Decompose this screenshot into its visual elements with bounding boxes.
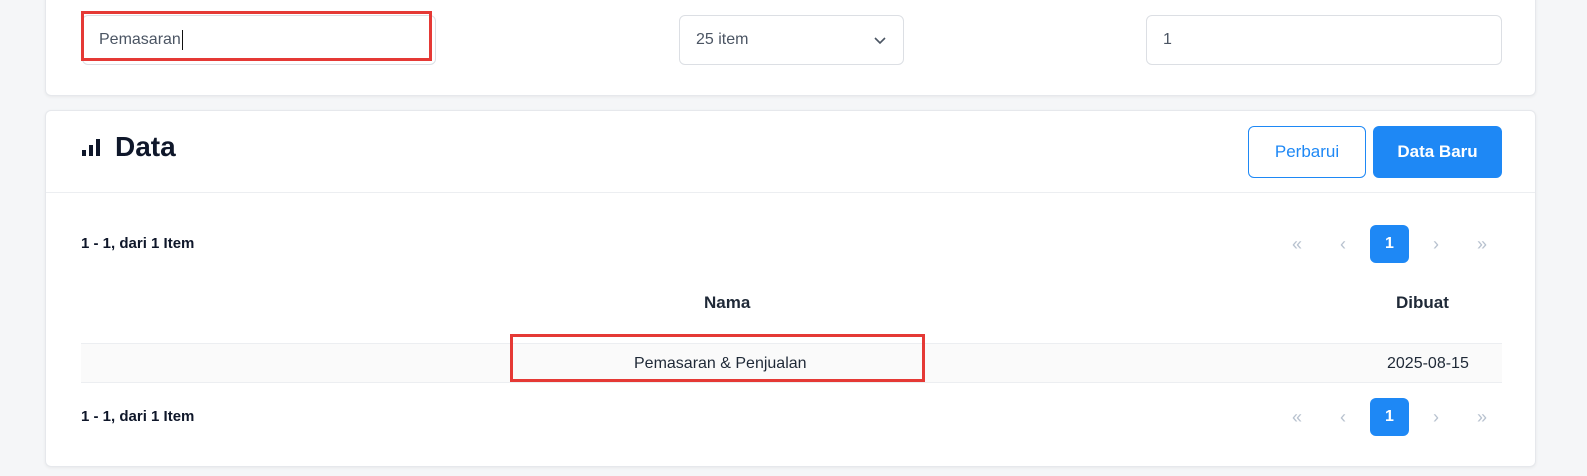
column-header-created[interactable]: Dibuat — [1396, 293, 1449, 313]
current-page-button[interactable]: 1 — [1370, 225, 1409, 263]
range-text-top: 1 - 1, dari 1 Item — [81, 235, 195, 252]
table-row[interactable]: Pemasaran & Penjualan 2025-08-15 — [81, 343, 1502, 383]
last-page-button[interactable]: » — [1459, 225, 1505, 263]
bar-chart-icon — [82, 139, 100, 156]
text-caret — [181, 30, 183, 50]
prev-page-button[interactable]: ‹ — [1320, 398, 1366, 436]
search-input-value: Pemasaran — [99, 31, 181, 48]
refresh-button[interactable]: Perbarui — [1248, 126, 1366, 178]
last-page-button[interactable]: » — [1459, 398, 1505, 436]
per-page-value: 25 item — [696, 31, 749, 48]
section-title: Data — [81, 131, 176, 163]
pagination-bottom: « ‹ 1 › » — [1274, 398, 1505, 436]
range-text-bottom: 1 - 1, dari 1 Item — [81, 408, 195, 425]
section-title-text: Data — [115, 131, 176, 162]
data-card: Data Perbarui Data Baru 1 - 1, dari 1 It… — [45, 110, 1536, 467]
chevron-down-icon — [874, 37, 886, 45]
first-page-button[interactable]: « — [1274, 225, 1320, 263]
first-page-button[interactable]: « — [1274, 398, 1320, 436]
current-page-button[interactable]: 1 — [1370, 398, 1409, 436]
prev-page-button[interactable]: ‹ — [1320, 225, 1366, 263]
row-created-cell: 2025-08-15 — [1387, 355, 1469, 372]
next-page-button[interactable]: › — [1413, 398, 1459, 436]
page-number-input[interactable]: 1 — [1146, 15, 1502, 65]
pagination-top: « ‹ 1 › » — [1274, 225, 1505, 263]
column-header-name[interactable]: Nama — [704, 293, 750, 313]
row-name-cell: Pemasaran & Penjualan — [634, 355, 807, 372]
search-input[interactable]: Pemasaran — [82, 15, 436, 65]
new-data-button[interactable]: Data Baru — [1373, 126, 1502, 178]
filter-card: Pemasaran 25 item 1 — [45, 0, 1536, 96]
data-card-header: Data Perbarui Data Baru — [46, 111, 1535, 193]
per-page-select[interactable]: 25 item — [679, 15, 904, 65]
next-page-button[interactable]: › — [1413, 225, 1459, 263]
page-number-value: 1 — [1163, 31, 1172, 48]
